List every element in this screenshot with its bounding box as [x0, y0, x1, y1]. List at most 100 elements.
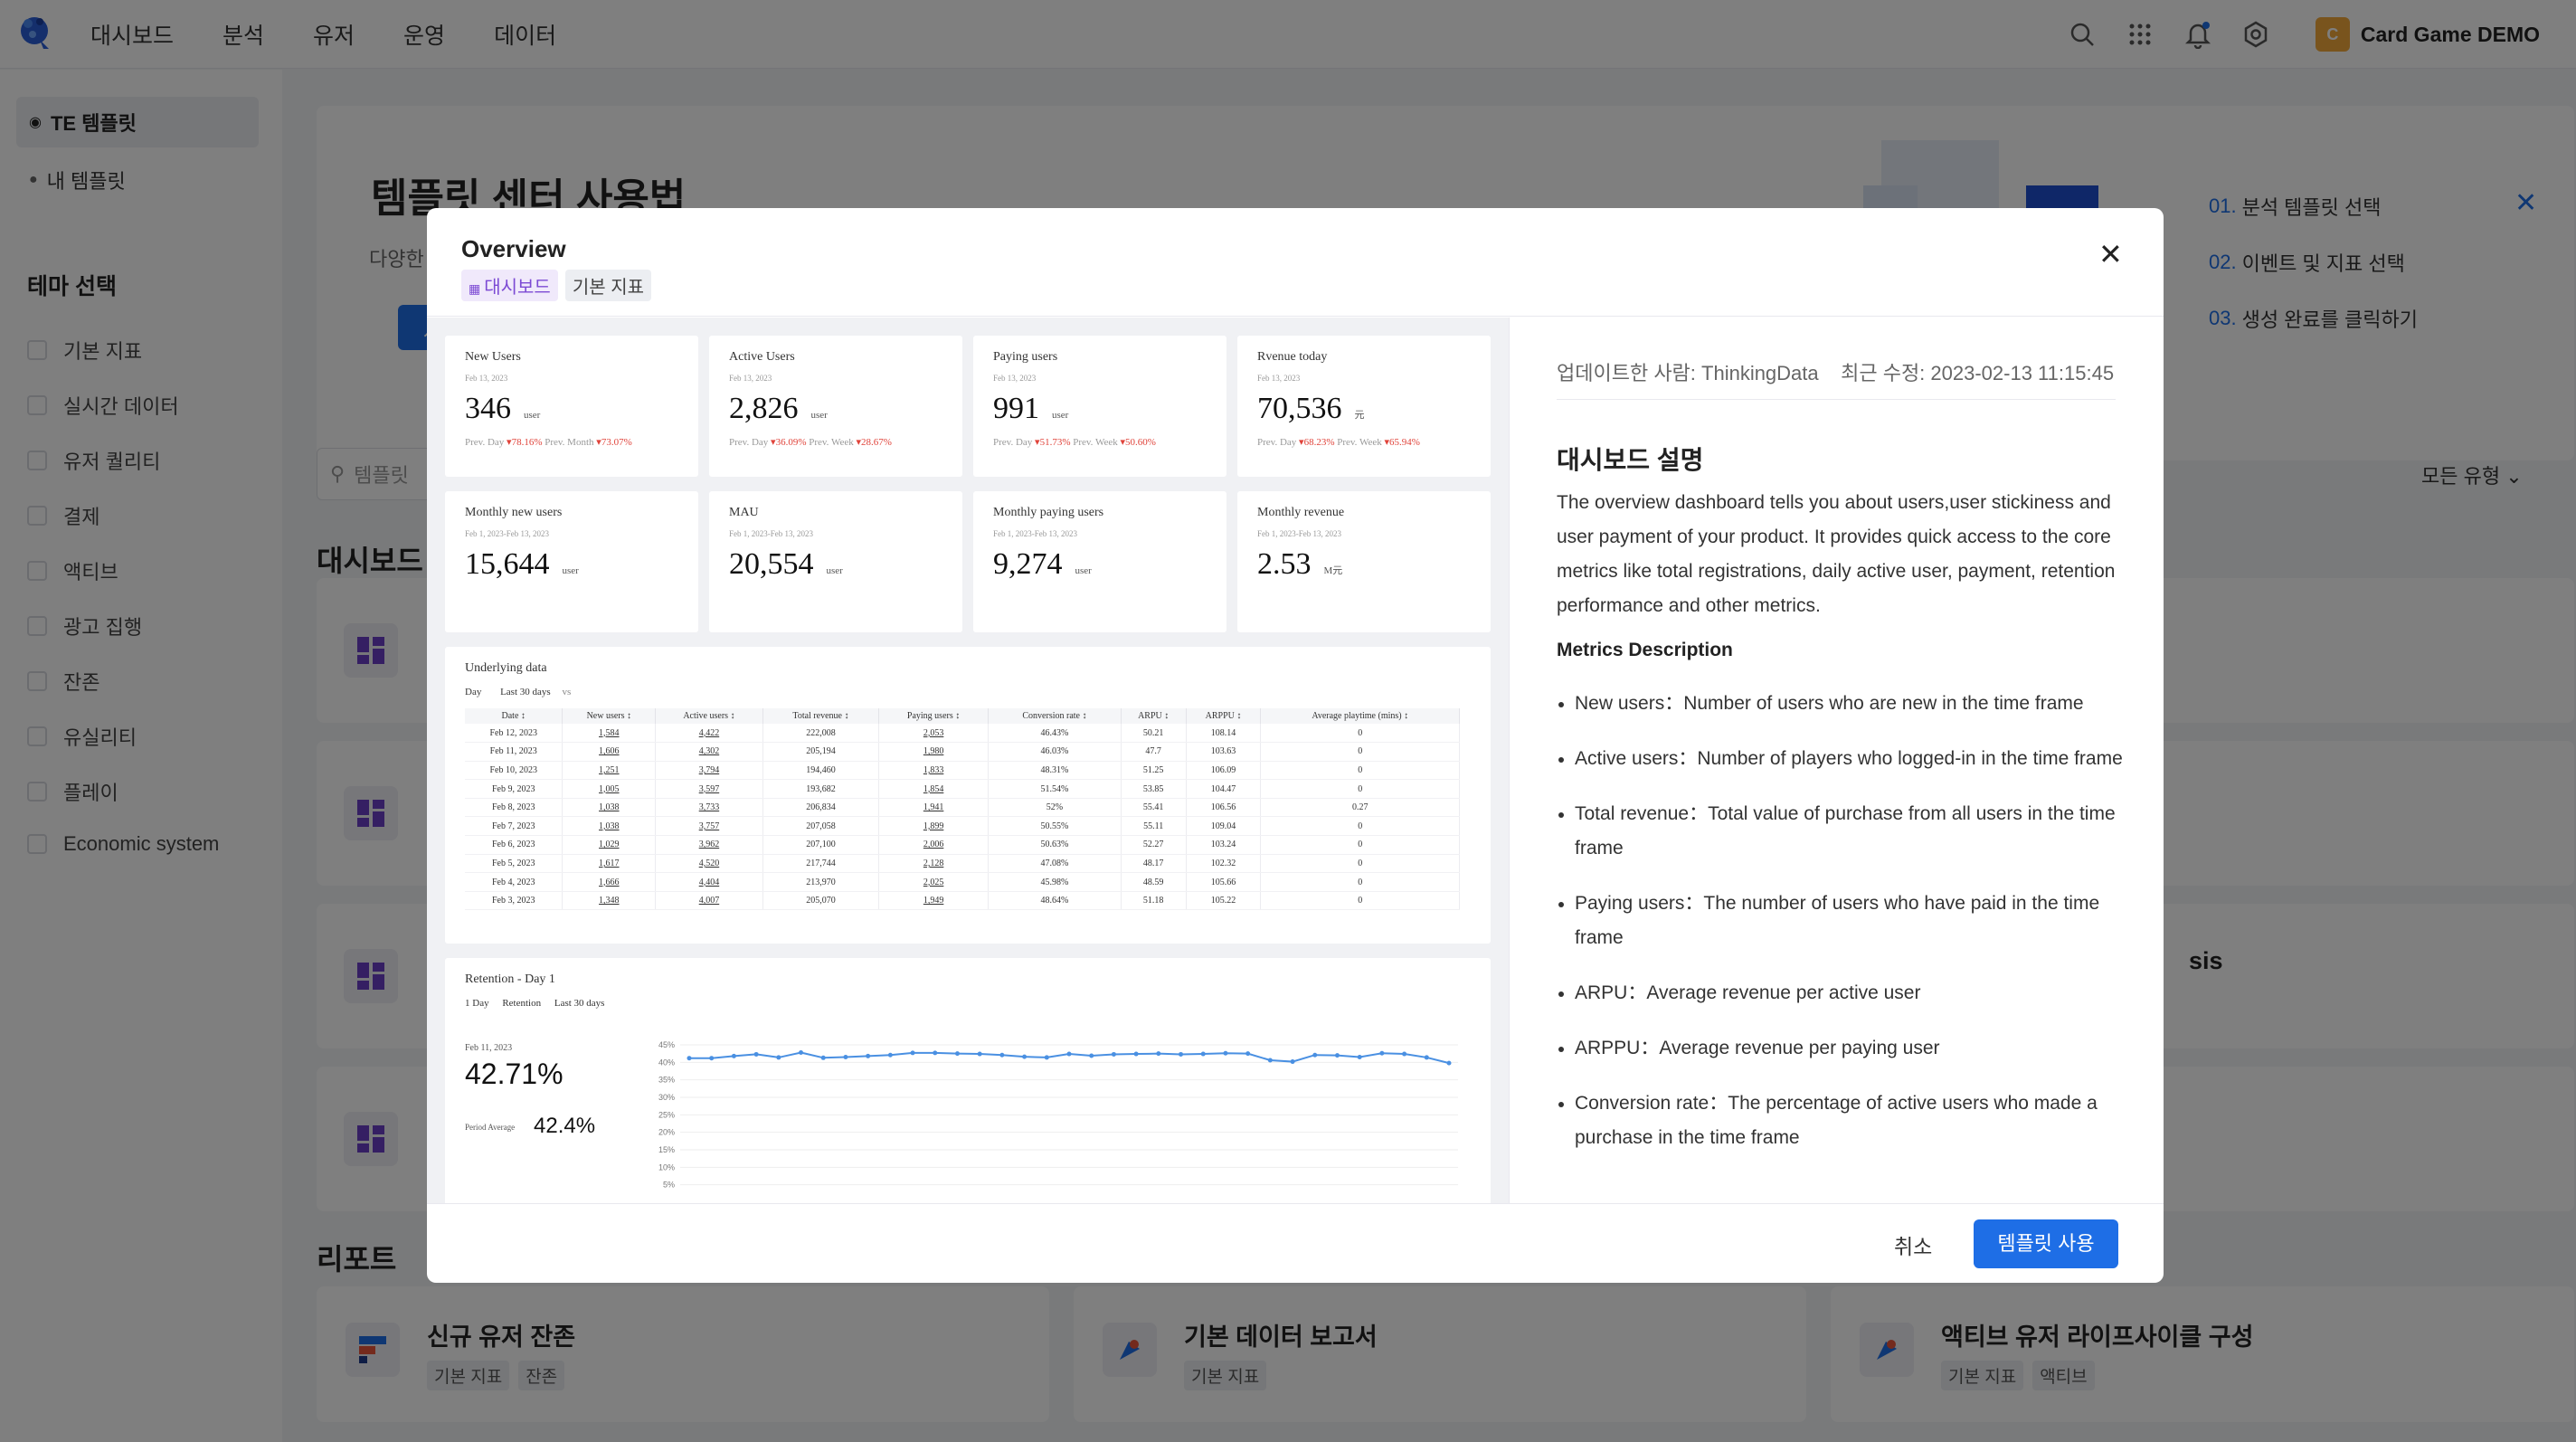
retention-point[interactable]: [687, 1056, 692, 1061]
close-icon[interactable]: ✕: [2098, 237, 2123, 271]
range-select[interactable]: Last 30 days: [500, 687, 551, 697]
retention-point[interactable]: [887, 1052, 893, 1058]
table-cell[interactable]: 1,949: [878, 891, 990, 911]
table-cell[interactable]: 1,251: [562, 761, 657, 781]
table-column-header[interactable]: Date ↕: [465, 708, 564, 724]
table-cell[interactable]: 1,941: [878, 798, 990, 818]
retention-point[interactable]: [1066, 1051, 1072, 1057]
table-column-header[interactable]: Average playtime (mins) ↕: [1260, 708, 1460, 724]
table-column-header[interactable]: Total revenue ↕: [762, 708, 880, 724]
table-cell[interactable]: 1,606: [562, 742, 657, 762]
retention-range-select[interactable]: Last 30 days: [554, 998, 605, 1009]
table-column-header[interactable]: Conversion rate ↕: [988, 708, 1122, 724]
retention-line-chart: 45% 40% 35% 30% 25% 20% 15% 10% 5%: [658, 1040, 1458, 1190]
compare-toggle[interactable]: vs: [562, 687, 571, 697]
retention-point[interactable]: [1133, 1051, 1139, 1057]
retention-point[interactable]: [1089, 1053, 1094, 1058]
retention-day-select[interactable]: 1 Day: [465, 998, 489, 1009]
retention-point[interactable]: [1334, 1053, 1340, 1058]
table-cell[interactable]: 3,733: [655, 798, 763, 818]
table-row: Feb 7, 2023 1,038 3,757 207,058 1,899 50.55% 5…: [465, 816, 1460, 837]
retention-point[interactable]: [1245, 1051, 1251, 1057]
retention-point[interactable]: [1179, 1051, 1184, 1057]
table-column-header[interactable]: ARPPU ↕: [1186, 708, 1262, 724]
table-cell: 103.63: [1186, 742, 1262, 762]
retention-point[interactable]: [866, 1053, 871, 1058]
table-cell[interactable]: 1,584: [562, 724, 657, 744]
table-cell[interactable]: 2,128: [878, 854, 990, 874]
table-cell[interactable]: 3,962: [655, 835, 763, 855]
use-template-button[interactable]: 템플릿 사용: [1974, 1219, 2118, 1268]
retention-point[interactable]: [1357, 1055, 1362, 1060]
retention-point[interactable]: [776, 1055, 781, 1060]
table-column-header[interactable]: Paying users ↕: [878, 708, 990, 724]
retention-point[interactable]: [933, 1050, 938, 1056]
table-cell[interactable]: 3,597: [655, 779, 763, 799]
retention-type-select[interactable]: Retention: [502, 998, 541, 1009]
table-cell[interactable]: 1,833: [878, 761, 990, 781]
retention-point[interactable]: [1290, 1059, 1295, 1065]
retention-point[interactable]: [1312, 1052, 1318, 1058]
table-column-header[interactable]: New users ↕: [562, 708, 657, 724]
kpi-date: Feb 13, 2023: [993, 374, 1037, 383]
table-cell[interactable]: 1,348: [562, 891, 657, 911]
table-cell: 0: [1260, 816, 1460, 837]
table-cell[interactable]: 1,980: [878, 742, 990, 762]
table-cell: 102.32: [1186, 854, 1262, 874]
table-cell[interactable]: 1,617: [562, 854, 657, 874]
retention-point[interactable]: [1223, 1050, 1228, 1056]
table-cell[interactable]: 4,404: [655, 872, 763, 892]
kpi-unit: user: [524, 410, 541, 421]
retention-point[interactable]: [1402, 1051, 1407, 1057]
divider: [1557, 399, 2116, 400]
retention-point[interactable]: [1111, 1051, 1116, 1057]
retention-point[interactable]: [1200, 1051, 1206, 1057]
retention-point[interactable]: [1022, 1054, 1028, 1059]
retention-point[interactable]: [999, 1052, 1005, 1058]
table-cell[interactable]: 4,422: [655, 724, 763, 744]
table-cell[interactable]: 2,053: [878, 724, 990, 744]
table-cell[interactable]: 1,899: [878, 816, 990, 837]
table-cell: 0: [1260, 724, 1460, 744]
table-cell: Feb 5, 2023: [465, 854, 564, 874]
table-cell[interactable]: 1,854: [878, 779, 990, 799]
retention-point[interactable]: [1446, 1060, 1452, 1066]
retention-point[interactable]: [977, 1051, 982, 1057]
table-cell[interactable]: 4,007: [655, 891, 763, 911]
table-cell[interactable]: 4,520: [655, 854, 763, 874]
granularity-select[interactable]: Day: [465, 687, 481, 697]
table-cell[interactable]: 1,029: [562, 835, 657, 855]
retention-point[interactable]: [820, 1055, 826, 1060]
table-cell[interactable]: 2,006: [878, 835, 990, 855]
cancel-button[interactable]: 취소: [1894, 1229, 1932, 1260]
table-cell[interactable]: 4,302: [655, 742, 763, 762]
retention-point[interactable]: [709, 1056, 715, 1061]
retention-point[interactable]: [954, 1051, 960, 1057]
retention-point[interactable]: [1156, 1051, 1161, 1057]
table-cell: 108.14: [1186, 724, 1262, 744]
retention-point[interactable]: [1424, 1055, 1429, 1060]
table-cell[interactable]: 3,794: [655, 761, 763, 781]
retention-point[interactable]: [1044, 1055, 1049, 1060]
table-cell[interactable]: 1,005: [562, 779, 657, 799]
table-column-header[interactable]: ARPU ↕: [1121, 708, 1187, 724]
retention-point[interactable]: [1267, 1058, 1273, 1063]
retention-point[interactable]: [753, 1051, 759, 1057]
table-cell[interactable]: 2,025: [878, 872, 990, 892]
table-column-header[interactable]: Active users ↕: [655, 708, 763, 724]
kpi-date: Feb 1, 2023-Feb 13, 2023: [993, 529, 1077, 538]
retention-point[interactable]: [731, 1053, 736, 1058]
dashboard-preview[interactable]: New Users Feb 13, 2023 346 user Prev. Day…: [427, 318, 1509, 1203]
retention-point[interactable]: [1379, 1050, 1385, 1056]
retention-point[interactable]: [843, 1055, 848, 1060]
retention-point[interactable]: [910, 1050, 915, 1056]
table-cell: Feb 9, 2023: [465, 779, 564, 799]
table-cell[interactable]: 1,038: [562, 816, 657, 837]
metrics-description-title: Metrics Description: [1557, 640, 1733, 660]
table-cell[interactable]: 3,757: [655, 816, 763, 837]
table-cell: 105.22: [1186, 891, 1262, 911]
table-cell[interactable]: 1,038: [562, 798, 657, 818]
retention-point[interactable]: [799, 1050, 804, 1056]
template-info-panel: 업데이트한 사람: ThinkingData 최근 수정: 2023-02-13…: [1509, 318, 2164, 1203]
table-cell[interactable]: 1,666: [562, 872, 657, 892]
